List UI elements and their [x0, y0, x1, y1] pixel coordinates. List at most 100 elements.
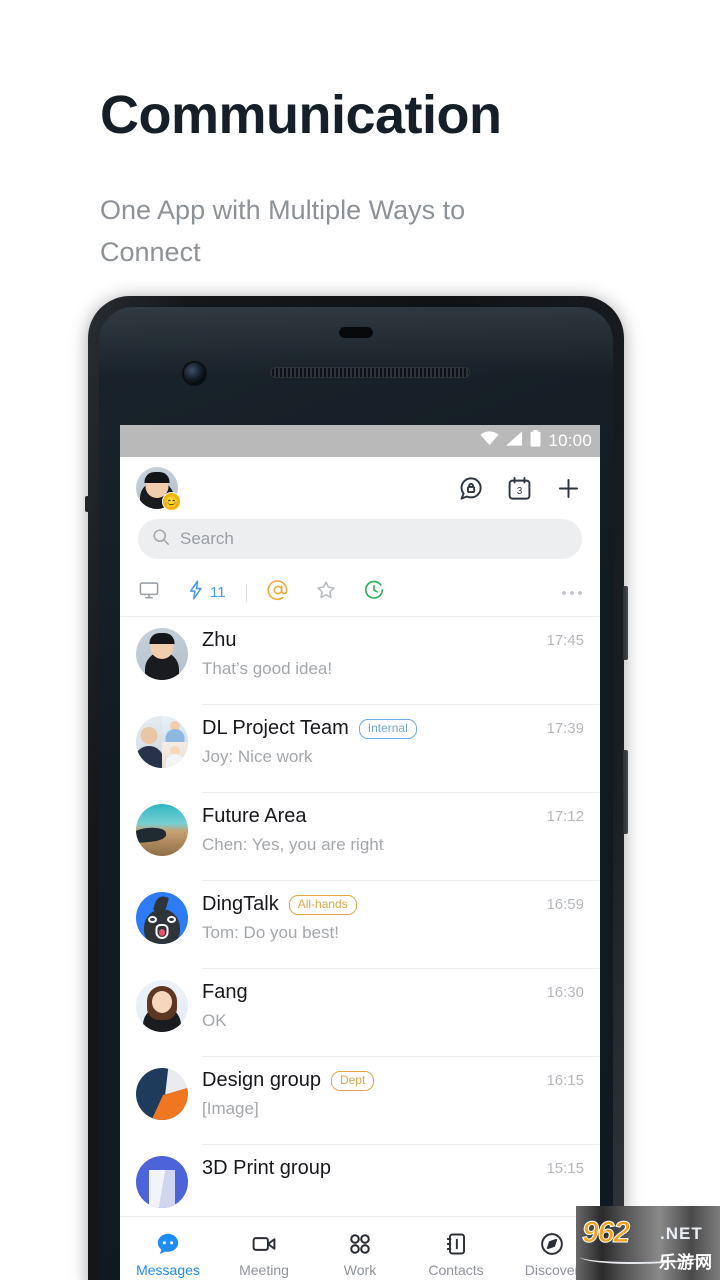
video-camera-icon — [251, 1231, 277, 1257]
chat-time: 17:39 — [546, 720, 584, 737]
filter-quick-badge: 11 — [210, 584, 226, 601]
chat-body: Zhu That’s good idea! — [202, 628, 538, 679]
app-bar: 😊 3 — [120, 457, 600, 519]
tab-contacts[interactable]: Contacts — [408, 1231, 504, 1278]
chat-title-row: Fang — [202, 981, 538, 1004]
chat-name: Design group — [202, 1069, 321, 1091]
avatar-3dprint — [136, 1156, 188, 1208]
grid-apps-icon — [347, 1231, 373, 1257]
page-title: Communication — [100, 85, 502, 145]
tab-messages-label: Messages — [136, 1262, 200, 1278]
chat-preview: Tom: Do you best! — [202, 923, 340, 942]
search-container: Search — [120, 519, 600, 569]
list-item[interactable]: DingTalk All-hands Tom: Do you best! 16:… — [120, 881, 600, 969]
chat-body: 3D Print group — [202, 1156, 538, 1187]
filter-pending[interactable] — [363, 579, 385, 606]
power-button[interactable] — [623, 750, 628, 834]
tab-contacts-label: Contacts — [428, 1262, 484, 1278]
more-options-icon[interactable] — [562, 590, 582, 595]
watermark-tld: .NET — [660, 1224, 703, 1243]
avatar-design — [136, 1068, 188, 1120]
phone-screen: 10:00 😊 3 Search 11 Zhu That’s good idea… — [120, 425, 600, 1280]
chat-time: 16:59 — [546, 896, 584, 913]
tab-work[interactable]: Work — [312, 1231, 408, 1278]
chat-preview: Chen: Yes, you are right — [202, 835, 384, 854]
chat-title-row: Zhu — [202, 629, 538, 652]
chat-time: 17:12 — [546, 808, 584, 825]
star-icon — [315, 579, 337, 606]
list-item[interactable]: Zhu That’s good idea! 17:45 — [120, 617, 600, 705]
chat-name: DingTalk — [202, 893, 279, 915]
chat-preview: [Image] — [202, 1099, 259, 1118]
app-bar-actions: 3 — [457, 475, 582, 502]
chat-title-row: Design group Dept — [202, 1069, 538, 1092]
tab-messages[interactable]: Messages — [120, 1231, 216, 1278]
mention-icon — [267, 579, 289, 606]
page-subtitle: One App with Multiple Ways to Connect — [100, 195, 466, 267]
tab-work-label: Work — [343, 1262, 377, 1278]
status-badge: All-hands — [288, 894, 357, 915]
notch-tab — [339, 327, 373, 338]
front-camera-icon — [184, 363, 205, 384]
avatar-group — [136, 716, 188, 768]
list-item[interactable]: Future Area Chen: Yes, you are right 17:… — [120, 793, 600, 881]
tab-meeting-label: Meeting — [239, 1262, 289, 1278]
chat-time: 16:15 — [546, 1072, 584, 1089]
avatar[interactable]: 😊 — [136, 467, 181, 511]
avatar-dingtalk — [136, 892, 188, 944]
chat-time: 17:45 — [546, 632, 584, 649]
filter-mentions[interactable] — [267, 579, 289, 606]
desktop-icon — [138, 579, 160, 606]
chat-title-row: 3D Print group — [202, 1157, 538, 1180]
chat-body: Design group Dept [Image] — [202, 1068, 538, 1119]
filter-bar: 11 — [120, 569, 600, 617]
list-item[interactable]: Fang OK 16:30 — [120, 969, 600, 1057]
chat-body: DingTalk All-hands Tom: Do you best! — [202, 892, 538, 943]
chat-preview: OK — [202, 1011, 227, 1030]
calendar-icon[interactable]: 3 — [506, 475, 533, 502]
status-badge: Internal — [358, 718, 417, 739]
chat-title-row: DingTalk All-hands — [202, 893, 538, 916]
calendar-badge-number: 3 — [517, 486, 522, 497]
search-input[interactable]: Search — [138, 519, 582, 559]
filter-quick[interactable]: 11 — [186, 579, 226, 606]
chat-title-row: Future Area — [202, 805, 538, 828]
search-icon — [152, 528, 170, 551]
chat-preview: Joy: Nice work — [202, 747, 313, 766]
battery-icon — [530, 430, 541, 452]
plus-icon[interactable] — [555, 475, 582, 502]
messages-icon — [155, 1231, 181, 1257]
compass-icon — [539, 1231, 565, 1257]
earpiece-speaker — [270, 367, 470, 378]
chat-name: DL Project Team — [202, 717, 349, 739]
chat-title-row: DL Project Team Internal — [202, 717, 538, 740]
status-emoji-badge[interactable]: 😊 — [162, 492, 181, 511]
tab-discover-label: Discover — [524, 1262, 580, 1278]
filter-divider — [245, 583, 247, 602]
list-item[interactable]: DL Project Team Internal Joy: Nice work … — [120, 705, 600, 793]
watermark-brand: 962 — [581, 1216, 630, 1250]
tab-meeting[interactable]: Meeting — [216, 1231, 312, 1278]
chat-time: 15:15 — [546, 1160, 584, 1177]
cellular-signal-icon — [506, 431, 523, 451]
page-root: Communication One App with Multiple Ways… — [0, 0, 720, 1280]
chat-name: Fang — [202, 981, 248, 1003]
status-badge: Dept — [330, 1070, 375, 1091]
bottom-navigation: Messages Meeting Work Contacts Discover — [120, 1216, 600, 1280]
chat-body: Fang OK — [202, 980, 538, 1031]
chat-name: Zhu — [202, 629, 237, 651]
clock-icon — [363, 579, 385, 606]
filter-desktop[interactable] — [138, 579, 160, 606]
chat-name: 3D Print group — [202, 1157, 331, 1179]
secure-chat-icon[interactable] — [457, 475, 484, 502]
bolt-icon — [186, 579, 206, 606]
list-item[interactable]: Design group Dept [Image] 16:15 — [120, 1057, 600, 1145]
avatar-zhu — [136, 628, 188, 680]
filter-starred[interactable] — [315, 579, 337, 606]
watermark-cn-text: 乐游网 — [659, 1253, 713, 1272]
volume-button[interactable] — [623, 586, 628, 660]
sim-tray — [85, 496, 89, 512]
wifi-icon — [480, 431, 500, 451]
status-bar: 10:00 — [120, 425, 600, 457]
avatar-future — [136, 804, 188, 856]
